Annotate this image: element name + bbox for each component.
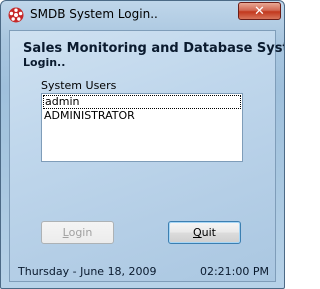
- list-item-administrator[interactable]: ADMINISTRATOR: [42, 109, 242, 123]
- list-item-admin[interactable]: admin: [43, 95, 241, 109]
- reel-icon: [8, 7, 24, 23]
- login-label-rest: ogin: [68, 226, 93, 239]
- app-heading: Sales Monitoring and Database System: [23, 41, 285, 56]
- quit-button[interactable]: Quit: [168, 221, 241, 244]
- system-users-label: System Users: [41, 79, 117, 92]
- quit-label-rest: uit: [201, 226, 216, 239]
- status-date: Thursday - June 18, 2009: [18, 265, 157, 278]
- login-window: SMDB System Login.. ✕ Sales Monitoring a…: [0, 0, 285, 289]
- login-button[interactable]: Login: [41, 221, 114, 244]
- title-bar[interactable]: SMDB System Login.. ✕: [1, 1, 284, 28]
- close-button[interactable]: ✕: [238, 2, 281, 20]
- system-users-list[interactable]: admin ADMINISTRATOR: [41, 93, 243, 162]
- window-title: SMDB System Login..: [30, 7, 158, 21]
- login-subheading: Login..: [23, 56, 66, 69]
- quit-mnemonic: Q: [192, 226, 202, 239]
- status-time: 02:21:00 PM: [199, 265, 269, 278]
- close-icon: ✕: [254, 4, 265, 19]
- login-panel: Sales Monitoring and Database System Log…: [9, 30, 284, 282]
